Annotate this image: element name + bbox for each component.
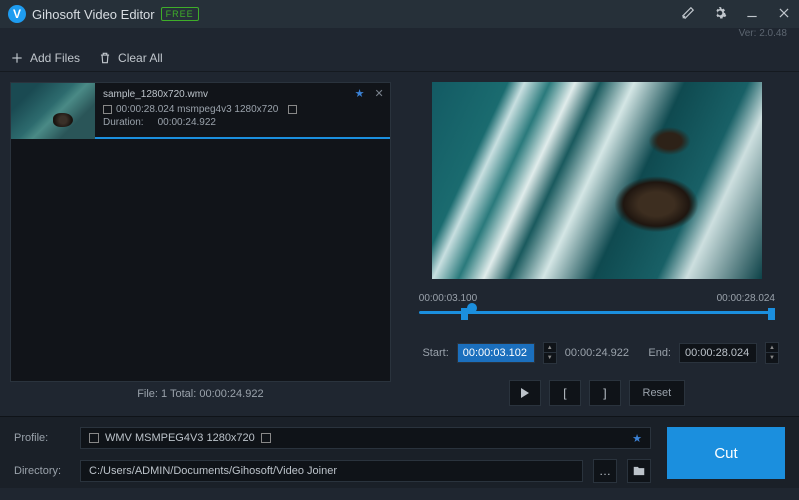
profile-label: Profile: bbox=[14, 432, 70, 444]
directory-label: Directory: bbox=[14, 465, 70, 477]
video-icon bbox=[103, 105, 112, 114]
add-files-label: Add Files bbox=[30, 51, 80, 65]
open-folder-button[interactable] bbox=[627, 459, 651, 483]
trim-end-handle[interactable] bbox=[768, 308, 775, 320]
video-preview[interactable] bbox=[432, 82, 762, 279]
start-label: Start: bbox=[415, 347, 449, 359]
close-button[interactable] bbox=[777, 6, 791, 23]
mark-out-button[interactable]: ] bbox=[589, 380, 621, 406]
audio-format-icon bbox=[261, 433, 271, 443]
audio-icon bbox=[288, 105, 297, 114]
clear-all-label: Clear All bbox=[118, 51, 163, 65]
reset-button[interactable]: Reset bbox=[629, 380, 685, 406]
duration-label: Duration: bbox=[103, 117, 144, 128]
favorite-icon[interactable]: ★ bbox=[355, 87, 365, 100]
file-codec: 00:00:28.024 msmpeg4v3 1280x720 bbox=[116, 104, 278, 115]
gear-icon[interactable] bbox=[713, 6, 727, 23]
file-name: sample_1280x720.wmv bbox=[103, 89, 382, 100]
directory-value: C:/Users/ADMIN/Documents/Gihosoft/Video … bbox=[89, 465, 337, 477]
format-icon bbox=[89, 433, 99, 443]
start-time-input[interactable] bbox=[457, 343, 535, 363]
file-list: sample_1280x720.wmv 00:00:28.024 msmpeg4… bbox=[10, 82, 391, 382]
app-title: Gihosoft Video Editor bbox=[32, 7, 155, 22]
trim-start-time: 00:00:03.100 bbox=[419, 293, 477, 304]
trim-slider[interactable] bbox=[419, 306, 775, 324]
remove-file-icon[interactable]: ✕ bbox=[375, 87, 384, 100]
profile-value: WMV MSMPEG4V3 1280x720 bbox=[105, 432, 255, 444]
duration-value: 00:00:24.922 bbox=[158, 117, 216, 128]
add-files-button[interactable]: Add Files bbox=[10, 51, 80, 65]
end-stepper[interactable]: ▲▼ bbox=[765, 342, 779, 364]
toolbar: Add Files Clear All bbox=[0, 44, 799, 72]
mark-in-button[interactable]: [ bbox=[549, 380, 581, 406]
profile-select[interactable]: WMV MSMPEG4V3 1280x720 ★ bbox=[80, 427, 651, 449]
cut-button[interactable]: Cut bbox=[667, 427, 785, 479]
file-thumbnail bbox=[11, 83, 95, 139]
app-logo: V bbox=[8, 5, 26, 23]
directory-input[interactable]: C:/Users/ADMIN/Documents/Gihosoft/Video … bbox=[80, 460, 583, 482]
browse-button[interactable]: … bbox=[593, 459, 617, 483]
minimize-button[interactable] bbox=[745, 6, 759, 23]
clear-all-button[interactable]: Clear All bbox=[98, 51, 163, 65]
trim-duration: 00:00:24.922 bbox=[565, 347, 629, 359]
end-time-input[interactable] bbox=[679, 343, 757, 363]
version-label: Ver: 2.0.48 bbox=[739, 28, 787, 44]
start-stepper[interactable]: ▲▼ bbox=[543, 342, 557, 364]
playhead[interactable] bbox=[467, 303, 477, 313]
file-list-footer: File: 1 Total: 00:00:24.922 bbox=[10, 382, 391, 406]
free-badge: FREE bbox=[161, 7, 199, 21]
end-label: End: bbox=[637, 347, 671, 359]
trim-end-time: 00:00:28.024 bbox=[717, 293, 775, 304]
titlebar: V Gihosoft Video Editor FREE bbox=[0, 0, 799, 28]
edit-icon[interactable] bbox=[681, 6, 695, 23]
file-item[interactable]: sample_1280x720.wmv 00:00:28.024 msmpeg4… bbox=[11, 83, 390, 139]
profile-favorite-icon[interactable]: ★ bbox=[632, 432, 642, 445]
play-button[interactable] bbox=[509, 380, 541, 406]
